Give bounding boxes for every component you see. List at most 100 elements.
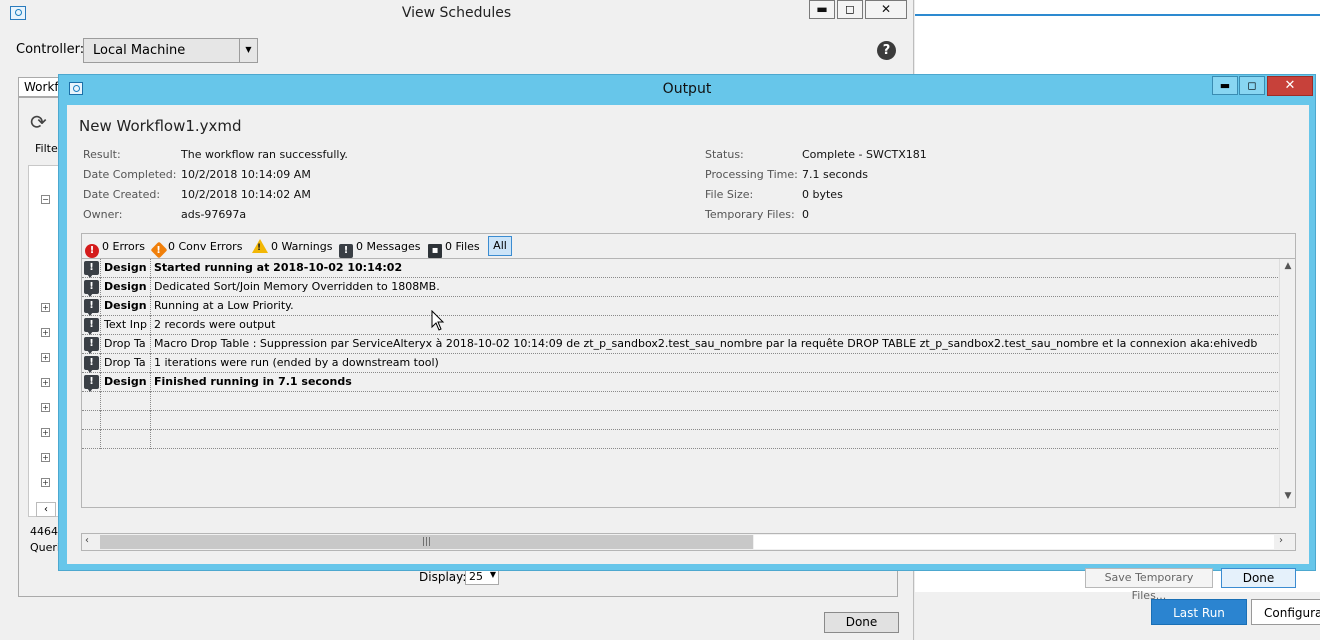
message-cell: Running at a Low Priority.	[154, 299, 294, 312]
filter-messages[interactable]: ! 0 Messages	[339, 238, 420, 258]
owner-label: Owner:	[83, 208, 123, 221]
scroll-up-icon[interactable]: ▲	[1280, 261, 1295, 271]
scroll-left-icon[interactable]: ‹	[36, 502, 56, 517]
filter-files[interactable]: ▪ 0 Files	[428, 238, 480, 258]
minimize-button[interactable]: ▬	[1212, 76, 1238, 95]
message-cell: Macro Drop Table : Suppression par Servi…	[154, 337, 1258, 350]
chevron-down-icon: ▼	[489, 570, 496, 579]
filter-errors[interactable]: ! 0 Errors	[85, 238, 146, 258]
empty-cell	[101, 392, 151, 411]
schedules-done-button[interactable]: Done	[824, 612, 899, 633]
maximize-button[interactable]: ◻	[1239, 76, 1265, 95]
tab-configuration[interactable]: Configurat	[1251, 599, 1320, 625]
empty-row	[82, 392, 1278, 411]
message-icon: !	[84, 299, 99, 316]
processing-time-value: 7.1 seconds	[802, 168, 868, 181]
table-row[interactable]: ! Design Finished running in 7.1 seconds	[82, 373, 1278, 392]
message-icon: !	[84, 337, 99, 354]
scrollbar-thumb[interactable]: |||	[100, 535, 753, 549]
filter-files-label: 0 Files	[445, 240, 480, 253]
empty-row	[82, 430, 1278, 449]
table-row[interactable]: ! Text Inp 2 records were output	[82, 316, 1278, 335]
collapse-icon[interactable]: −	[41, 195, 50, 204]
save-temporary-files-button[interactable]: Save Temporary Files...	[1085, 568, 1213, 602]
filter-conv-errors[interactable]: ! 0 Conv Errors	[150, 238, 242, 259]
temporary-files-label: Temporary Files:	[705, 208, 795, 221]
messages-grid[interactable]: ! Design Started running at 2018-10-02 1…	[81, 258, 1296, 508]
row-icon-cell: !	[82, 297, 101, 316]
row-icon-cell: !	[82, 278, 101, 297]
message-icon: !	[84, 261, 99, 278]
error-icon: !	[85, 244, 99, 258]
expand-icon[interactable]: +	[41, 328, 50, 337]
message-cell: 1 iterations were run (ended by a downst…	[154, 356, 439, 369]
output-titlebar: Output ▬ ◻ ✕	[59, 75, 1315, 102]
expand-icon[interactable]: +	[41, 428, 50, 437]
minimize-button[interactable]: ▬	[809, 0, 835, 19]
message-icon: !	[84, 280, 99, 297]
close-button[interactable]: ✕	[1267, 76, 1313, 96]
maximize-button[interactable]: ◻	[837, 0, 863, 19]
scrollbar-track[interactable]	[754, 535, 1274, 549]
workflow-name-heading: New Workflow1.yxmd	[79, 117, 242, 135]
file-size-value: 0 bytes	[802, 188, 843, 201]
grip-icon: |||	[422, 537, 432, 547]
date-completed-label: Date Completed:	[83, 168, 177, 181]
table-row[interactable]: ! Design Running at a Low Priority.	[82, 297, 1278, 316]
processing-time-label: Processing Time:	[705, 168, 798, 181]
status-value: Complete - SWCTX181	[802, 148, 927, 161]
row-icon-cell: !	[82, 335, 101, 354]
scroll-right-icon[interactable]: ›	[1279, 535, 1283, 546]
filter-all-button[interactable]: All	[488, 236, 512, 256]
table-row[interactable]: ! Drop Ta 1 iterations were run (ended b…	[82, 354, 1278, 373]
date-created-value: 10/2/2018 10:14:02 AM	[181, 188, 311, 201]
row-icon-cell: !	[82, 373, 101, 392]
empty-cell	[82, 392, 101, 411]
owner-value: ads-97697a	[181, 208, 247, 221]
file-size-label: File Size:	[705, 188, 754, 201]
display-value: 25	[469, 570, 483, 583]
row-icon-cell: !	[82, 316, 101, 335]
empty-row	[82, 411, 1278, 430]
message-filter-bar: ! 0 Errors ! 0 Conv Errors ! 0 Warnings ! 0 …	[81, 233, 1296, 259]
tool-cell: Drop Ta	[101, 354, 151, 373]
controller-label: Controller:	[16, 42, 85, 57]
expand-icon[interactable]: +	[41, 353, 50, 362]
close-button[interactable]: ✕	[865, 0, 907, 19]
controller-select[interactable]: Local Machine ▼	[83, 38, 258, 63]
message-cell: Started running at 2018-10-02 10:14:02	[154, 261, 403, 274]
result-value: The workflow ran successfully.	[181, 148, 348, 161]
table-row[interactable]: ! Design Started running at 2018-10-02 1…	[82, 259, 1278, 278]
message-icon: !	[84, 318, 99, 335]
expand-icon[interactable]: +	[41, 378, 50, 387]
file-icon: ▪	[428, 244, 442, 258]
help-icon[interactable]: ?	[877, 41, 896, 60]
refresh-icon[interactable]: ⟳	[30, 110, 47, 134]
date-completed-value: 10/2/2018 10:14:09 AM	[181, 168, 311, 181]
message-icon: !	[339, 244, 353, 258]
empty-cell	[101, 430, 151, 449]
output-title: Output	[662, 81, 712, 97]
temporary-files-value: 0	[802, 208, 809, 221]
output-done-button[interactable]: Done	[1221, 568, 1296, 588]
expand-icon[interactable]: +	[41, 453, 50, 462]
date-created-label: Date Created:	[83, 188, 161, 201]
expand-icon[interactable]: +	[41, 403, 50, 412]
scroll-left-icon[interactable]: ‹	[85, 535, 89, 546]
horizontal-scrollbar[interactable]: ‹ ||| ›	[81, 533, 1296, 551]
chevron-down-icon: ▼	[239, 39, 257, 62]
scroll-down-icon[interactable]: ▼	[1280, 491, 1295, 501]
filter-errors-label: 0 Errors	[102, 240, 146, 253]
vertical-scrollbar[interactable]: ▲ ▼	[1279, 259, 1295, 507]
table-row[interactable]: ! Drop Ta Macro Drop Table : Suppression…	[82, 335, 1278, 354]
filter-warnings[interactable]: ! 0 Warnings	[252, 238, 332, 256]
expand-icon[interactable]: +	[41, 303, 50, 312]
view-schedules-title: View Schedules	[401, 5, 512, 21]
status-label: Status:	[705, 148, 744, 161]
accent-line	[915, 14, 1320, 16]
output-client-area: New Workflow1.yxmd Result: The workflow …	[67, 105, 1309, 602]
table-row[interactable]: ! Design Dedicated Sort/Join Memory Over…	[82, 278, 1278, 297]
filter-warnings-label: 0 Warnings	[271, 240, 333, 253]
expand-icon[interactable]: +	[41, 478, 50, 487]
message-cell: Finished running in 7.1 seconds	[154, 375, 352, 388]
